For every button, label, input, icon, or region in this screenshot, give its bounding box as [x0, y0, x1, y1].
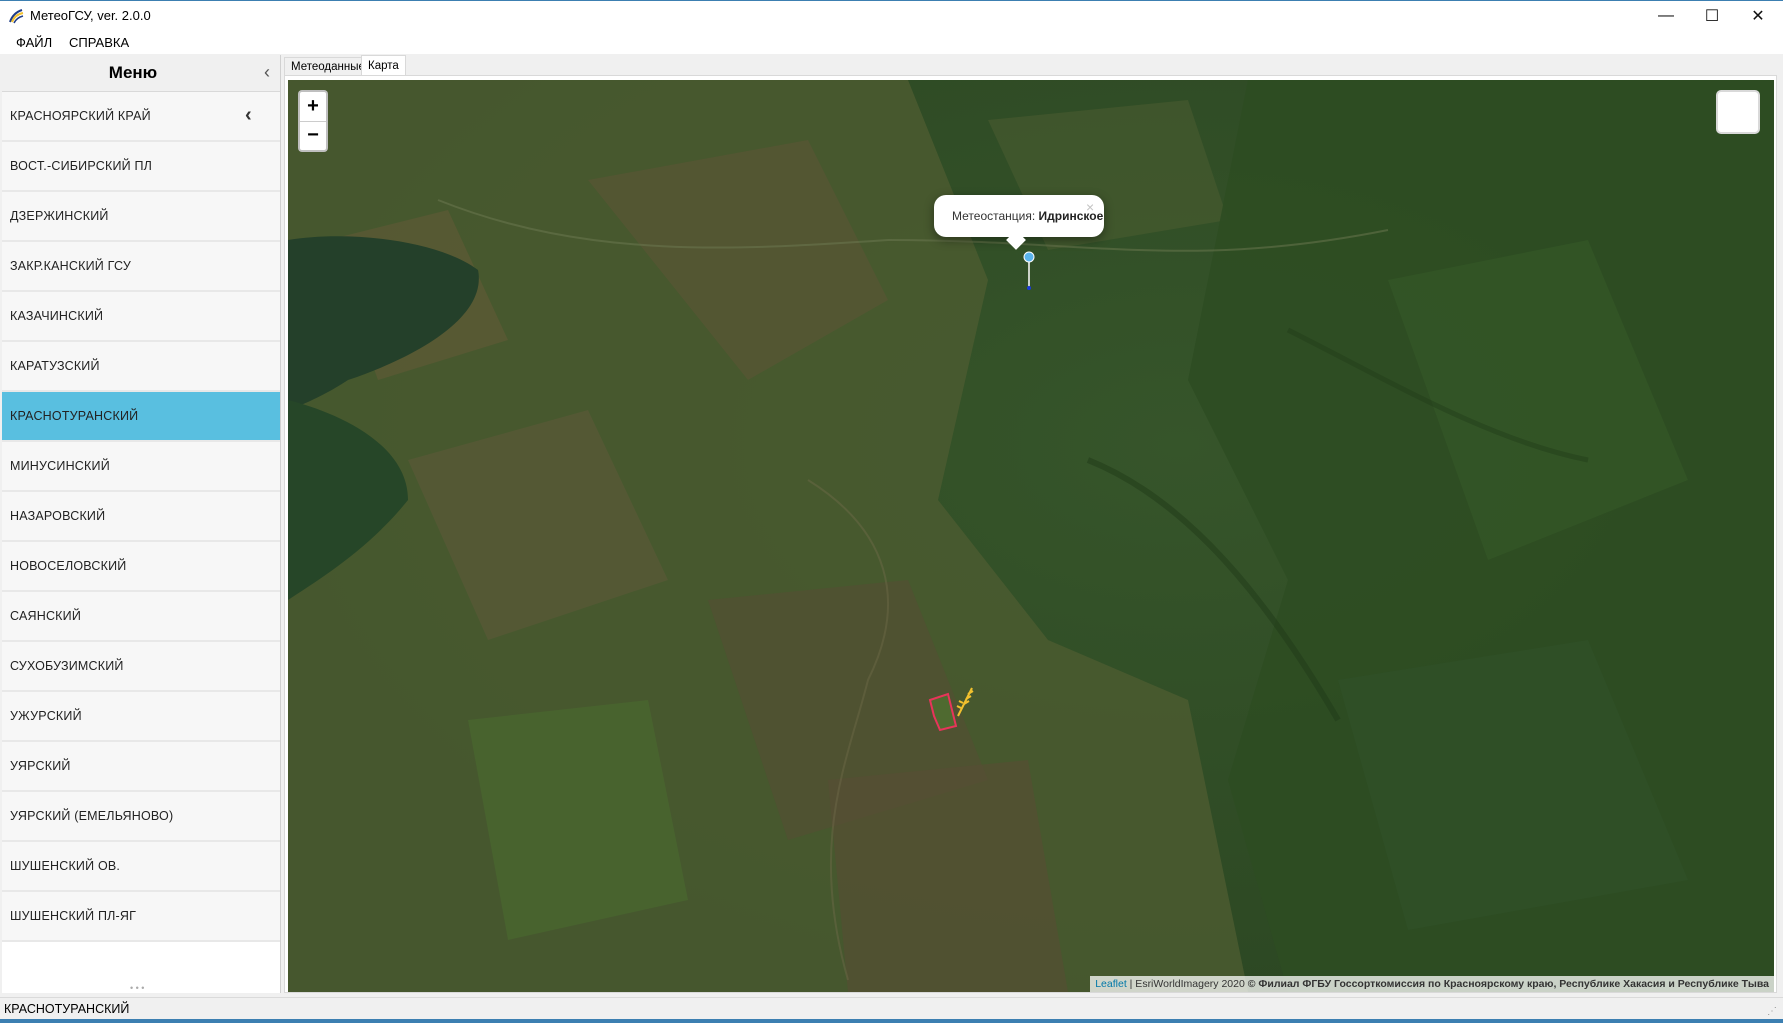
list-item[interactable]: ШУШЕНСКИЙ ОВ. — [2, 842, 280, 892]
list-item-label: САЯНСКИЙ — [10, 609, 82, 623]
list-item[interactable]: НАЗАРОВСКИЙ — [2, 492, 280, 542]
field-polygon-marker[interactable] — [928, 686, 984, 736]
list-item[interactable]: ЗАКР.КАНСКИЙ ГСУ — [2, 242, 280, 292]
list-item-label: КРАСНОЯРСКИЙ КРАЙ — [10, 109, 151, 123]
leaflet-link[interactable]: Leaflet — [1095, 978, 1127, 990]
attribution-owner: © Филиал ФГБУ Госсорткомиссия по Красноя… — [1247, 978, 1769, 990]
wheat-logo-icon — [9, 9, 24, 24]
satellite-map[interactable]: + − Метеостанция: Идринское × Leaflet | … — [288, 80, 1774, 992]
menu-help[interactable]: СПРАВКА — [69, 35, 129, 50]
zoom-out-button[interactable]: − — [300, 121, 326, 150]
maximize-button[interactable]: ☐ — [1689, 1, 1735, 31]
zoom-in-button[interactable]: + — [300, 92, 326, 122]
list-item[interactable]: САЯНСКИЙ — [2, 592, 280, 642]
sidebar-header: Меню ‹ — [2, 55, 280, 92]
status-bar: КРАСНОТУРАНСКИЙ ⋰ — [0, 997, 1783, 1020]
layers-control-button[interactable] — [1716, 90, 1760, 134]
popup-close-icon[interactable]: × — [1086, 199, 1094, 215]
status-text: КРАСНОТУРАНСКИЙ — [4, 1002, 130, 1016]
list-item-label: УЯРСКИЙ (ЕМЕЛЬЯНОВО) — [10, 809, 174, 823]
close-button[interactable]: ✕ — [1735, 1, 1781, 31]
chevron-left-icon[interactable]: ‹ — [245, 104, 252, 127]
tab-map[interactable]: Карта — [361, 55, 406, 76]
list-item-label: ВОСТ.-СИБИРСКИЙ ПЛ — [10, 159, 153, 173]
list-item-label: КАЗАЧИНСКИЙ — [10, 309, 104, 323]
popup-text: Метеостанция: Идринское — [952, 209, 1103, 223]
collapse-sidebar-icon[interactable]: ‹ — [258, 61, 276, 83]
station-popup: Метеостанция: Идринское × — [934, 195, 1104, 250]
window-border — [0, 1019, 1783, 1023]
list-item-label: КРАСНОТУРАНСКИЙ — [10, 409, 139, 423]
list-item-selected[interactable]: КРАСНОТУРАНСКИЙ — [2, 392, 280, 442]
menu-file[interactable]: ФАЙЛ — [16, 35, 52, 50]
attribution-source: | EsriWorldImagery 2020 — [1126, 978, 1248, 990]
list-item[interactable]: ВОСТ.-СИБИРСКИЙ ПЛ — [2, 142, 280, 192]
menu-bar: ФАЙЛ СПРАВКА — [0, 30, 1783, 54]
list-item-label: ДЗЕРЖИНСКИЙ — [10, 209, 109, 223]
list-item[interactable]: УЯРСКИЙ — [2, 742, 280, 792]
list-item[interactable]: КРАСНОЯРСКИЙ КРАЙ ‹ — [2, 92, 280, 142]
list-item[interactable]: УЖУРСКИЙ — [2, 692, 280, 742]
list-item-label: КАРАТУЗСКИЙ — [10, 359, 100, 373]
region-list: КРАСНОЯРСКИЙ КРАЙ ‹ ВОСТ.-СИБИРСКИЙ ПЛ Д… — [2, 92, 280, 942]
list-item-label: СУХОБУЗИМСКИЙ — [10, 659, 124, 673]
sidebar-title: Меню — [108, 63, 158, 82]
window-title: МетеоГСУ, ver. 2.0.0 — [30, 8, 151, 23]
zoom-control: + − — [298, 90, 328, 152]
map-attribution: Leaflet | EsriWorldImagery 2020 © Филиал… — [1090, 976, 1774, 992]
list-item-label: НОВОСЕЛОВСКИЙ — [10, 559, 127, 573]
popup-prefix: Метеостанция: — [952, 209, 1039, 223]
sidebar: Меню ‹ КРАСНОЯРСКИЙ КРАЙ ‹ ВОСТ.-СИБИРСК… — [2, 55, 281, 993]
resize-grip-icon[interactable]: ⋰ — [1767, 1006, 1779, 1018]
list-item[interactable]: МИНУСИНСКИЙ — [2, 442, 280, 492]
splitter-grip-icon[interactable]: • • • — [130, 984, 150, 993]
minimize-button[interactable]: — — [1643, 1, 1689, 31]
list-item[interactable]: УЯРСКИЙ (ЕМЕЛЬЯНОВО) — [2, 792, 280, 842]
title-bar: МетеоГСУ, ver. 2.0.0 — ☐ ✕ — [0, 0, 1783, 30]
list-item[interactable]: НОВОСЕЛОВСКИЙ — [2, 542, 280, 592]
list-item[interactable]: ДЗЕРЖИНСКИЙ — [2, 192, 280, 242]
tab-meteodata[interactable]: Метеоданные — [284, 57, 372, 76]
list-item[interactable]: КАРАТУЗСКИЙ — [2, 342, 280, 392]
list-item[interactable]: ШУШЕНСКИЙ ПЛ-ЯГ — [2, 892, 280, 942]
map-pin-icon[interactable] — [1023, 250, 1035, 290]
list-item-label: МИНУСИНСКИЙ — [10, 459, 110, 473]
list-item-label: УЖУРСКИЙ — [10, 709, 82, 723]
list-item-label: УЯРСКИЙ — [10, 759, 71, 773]
list-item-label: ЗАКР.КАНСКИЙ ГСУ — [10, 259, 131, 273]
list-item[interactable]: СУХОБУЗИМСКИЙ — [2, 642, 280, 692]
list-item-label: НАЗАРОВСКИЙ — [10, 509, 106, 523]
list-item[interactable]: КАЗАЧИНСКИЙ — [2, 292, 280, 342]
list-item-label: ШУШЕНСКИЙ ПЛ-ЯГ — [10, 909, 137, 923]
list-item-label: ШУШЕНСКИЙ ОВ. — [10, 859, 121, 873]
